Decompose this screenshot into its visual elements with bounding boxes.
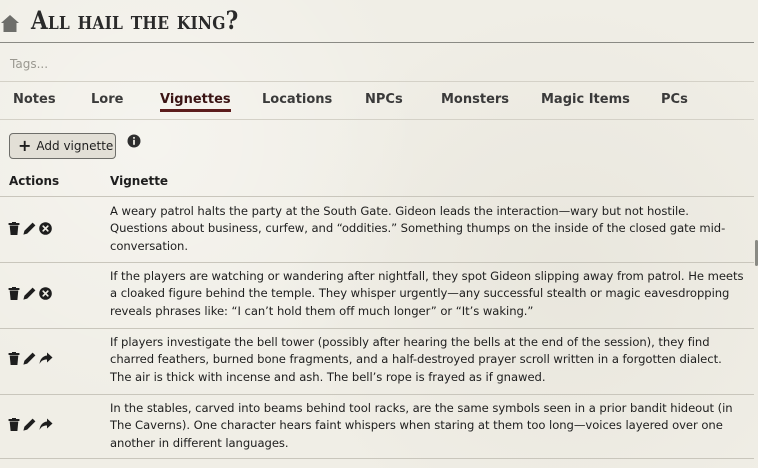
trash-icon[interactable] bbox=[8, 418, 20, 431]
table-row: A weary patrol halts the party at the So… bbox=[0, 197, 754, 263]
actions-column-header: Actions bbox=[9, 174, 60, 188]
tab-lore[interactable]: Lore bbox=[91, 92, 123, 107]
tab-monsters[interactable]: Monsters bbox=[441, 92, 509, 107]
add-vignette-button[interactable]: + Add vignette bbox=[9, 133, 116, 159]
trash-icon[interactable] bbox=[8, 352, 20, 365]
add-vignette-label: Add vignette bbox=[36, 139, 114, 153]
title-row: All hail the king? bbox=[0, 0, 754, 43]
vignette-text: A weary patrol halts the party at the So… bbox=[110, 204, 726, 253]
pencil-icon[interactable] bbox=[23, 287, 36, 300]
vignette-text: If the players are watching or wandering… bbox=[110, 269, 744, 318]
tab-vignettes[interactable]: Vignettes bbox=[160, 92, 231, 112]
tab-locations[interactable]: Locations bbox=[262, 92, 332, 107]
table-row: If players investigate the bell tower (p… bbox=[0, 329, 754, 395]
page-title: All hail the king? bbox=[31, 6, 239, 35]
remove-circle-icon[interactable] bbox=[39, 287, 52, 300]
row-actions bbox=[8, 287, 52, 300]
tags-placeholder: Tags... bbox=[10, 57, 49, 71]
tab-bar: Notes Lore Vignettes Locations NPCs Mons… bbox=[0, 82, 754, 120]
share-arrow-icon[interactable] bbox=[39, 418, 53, 431]
home-icon[interactable] bbox=[0, 13, 20, 33]
tab-pcs[interactable]: PCs bbox=[661, 92, 688, 107]
tab-notes[interactable]: Notes bbox=[13, 92, 56, 107]
trash-icon[interactable] bbox=[8, 287, 20, 300]
table-row: If the players are watching or wandering… bbox=[0, 263, 754, 329]
trash-icon[interactable] bbox=[8, 222, 20, 235]
tab-npcs[interactable]: NPCs bbox=[365, 92, 403, 107]
share-arrow-icon[interactable] bbox=[39, 352, 53, 365]
tags-field[interactable]: Tags... bbox=[0, 43, 754, 82]
row-actions bbox=[8, 222, 52, 235]
remove-circle-icon[interactable] bbox=[39, 222, 52, 235]
pencil-icon[interactable] bbox=[23, 352, 36, 365]
vignette-text: In the stables, carved into beams behind… bbox=[110, 401, 733, 450]
vignette-text: If players investigate the bell tower (p… bbox=[110, 335, 722, 384]
pencil-icon[interactable] bbox=[23, 222, 36, 235]
tab-magic-items[interactable]: Magic Items bbox=[541, 92, 630, 107]
info-icon[interactable] bbox=[127, 134, 141, 148]
table-row: In the stables, carved into beams behind… bbox=[0, 395, 754, 459]
row-actions bbox=[8, 352, 53, 365]
plus-icon: + bbox=[18, 136, 32, 155]
row-actions bbox=[8, 418, 53, 431]
vignette-column-header: Vignette bbox=[110, 174, 169, 188]
pencil-icon[interactable] bbox=[23, 418, 36, 431]
